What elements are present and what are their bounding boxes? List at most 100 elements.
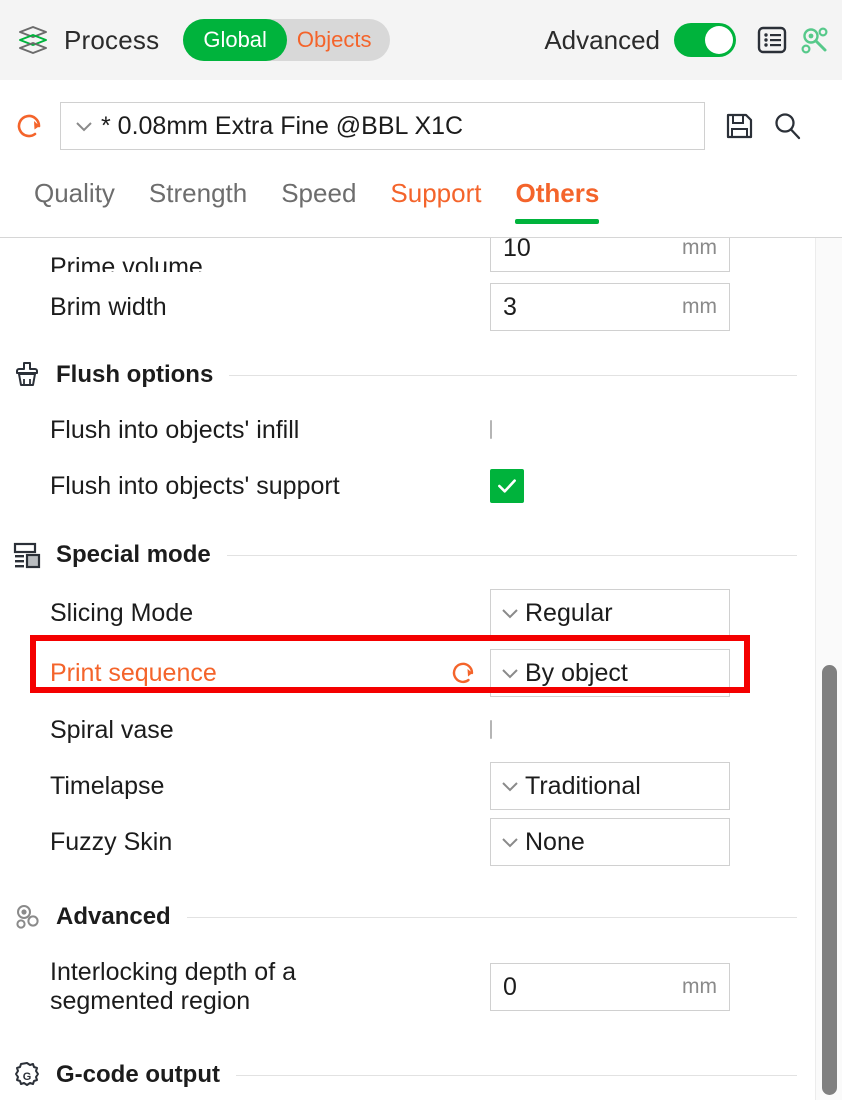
- tab-speed[interactable]: Speed: [281, 172, 356, 232]
- timelapse-value: Traditional: [525, 771, 641, 800]
- scope-global-button[interactable]: Global: [183, 19, 287, 61]
- fuzzy-skin-value: None: [525, 827, 585, 856]
- chevron-down-icon: [499, 831, 521, 853]
- row-print-sequence: Print sequence By object: [0, 644, 815, 702]
- flush-support-label: Flush into objects' support: [50, 471, 340, 500]
- print-sequence-combo[interactable]: By object: [490, 649, 730, 697]
- scrollbar-thumb[interactable]: [822, 665, 837, 1095]
- flush-support-control[interactable]: [490, 469, 524, 503]
- brim-width-label: Brim width: [50, 292, 167, 321]
- scope-objects-button[interactable]: Objects: [287, 27, 390, 53]
- preset-combo[interactable]: * 0.08mm Extra Fine @BBL X1C: [60, 102, 705, 150]
- print-sequence-value: By object: [525, 658, 628, 687]
- prime-volume-field[interactable]: 10 mm: [490, 238, 730, 272]
- row-flush-infill: Flush into objects' infill: [0, 402, 815, 458]
- timelapse-label: Timelapse: [50, 771, 165, 800]
- interlocking-depth-field[interactable]: 0 mm: [490, 963, 730, 1011]
- toggle-knob: [705, 26, 733, 54]
- flush-infill-checkbox[interactable]: [490, 420, 492, 439]
- prime-volume-control[interactable]: 10 mm: [490, 238, 730, 272]
- preset-value: * 0.08mm Extra Fine @BBL X1C: [101, 111, 464, 140]
- spiral-vase-control[interactable]: [490, 720, 492, 739]
- slicing-mode-label: Slicing Mode: [50, 598, 194, 627]
- row-interlocking-depth: Interlocking depth of a segmented region…: [0, 944, 815, 1030]
- group-divider: [186, 916, 797, 918]
- tab-strength[interactable]: Strength: [149, 172, 247, 232]
- group-divider: [229, 374, 797, 376]
- preset-actions: [723, 110, 803, 142]
- group-advanced: Advanced: [0, 890, 815, 944]
- flush-support-checkbox[interactable]: [490, 469, 524, 503]
- settings-scroll-area: Prime volume 10 mm Brim width 3 mm Flush…: [0, 238, 815, 1100]
- row-prime-volume: Prime volume 10 mm: [0, 238, 815, 272]
- advanced-mode-control[interactable]: Advanced: [544, 23, 736, 57]
- flush-infill-label: Flush into objects' infill: [50, 415, 300, 444]
- search-magnifier-icon[interactable]: [771, 110, 803, 142]
- print-sequence-reset-icon[interactable]: [448, 658, 478, 688]
- fuzzy-skin-control[interactable]: None: [490, 818, 730, 866]
- interlocking-depth-label-line2: segmented region: [50, 987, 251, 1015]
- row-flush-support: Flush into objects' support: [0, 458, 815, 514]
- print-sequence-control[interactable]: By object: [490, 649, 730, 697]
- chevron-down-icon: [73, 115, 95, 137]
- layers-stack-icon: [16, 23, 50, 57]
- group-special-mode: Special mode: [0, 528, 815, 582]
- settings-tabs: Quality Strength Speed Support Others: [0, 172, 842, 238]
- prime-volume-value: 10: [503, 238, 531, 262]
- gear-search-icon[interactable]: [798, 24, 830, 56]
- advanced-label: Advanced: [544, 24, 660, 55]
- row-slicing-mode: Slicing Mode Regular: [0, 582, 815, 644]
- group-gcode-output: G G-code output: [0, 1048, 815, 1100]
- tab-others[interactable]: Others: [515, 172, 599, 232]
- row-fuzzy-skin: Fuzzy Skin None: [0, 814, 815, 870]
- group-flush-options: Flush options: [0, 348, 815, 402]
- interlocking-depth-label-line1: Interlocking depth of a: [50, 958, 296, 987]
- gears-icon: [12, 902, 42, 932]
- brim-width-field[interactable]: 3 mm: [490, 283, 730, 331]
- timelapse-control[interactable]: Traditional: [490, 762, 730, 810]
- settings-scrollbar[interactable]: [815, 238, 842, 1100]
- prime-volume-label: Prime volume: [50, 253, 203, 272]
- slicing-mode-value: Regular: [525, 598, 613, 627]
- row-spiral-vase: Spiral vase: [0, 702, 815, 758]
- fuzzy-skin-combo[interactable]: None: [490, 818, 730, 866]
- flush-options-title: Flush options: [56, 361, 214, 388]
- fuzzy-skin-label: Fuzzy Skin: [50, 827, 173, 856]
- gcode-output-title: G-code output: [56, 1061, 220, 1088]
- save-floppy-icon[interactable]: [723, 110, 755, 142]
- print-sequence-label: Print sequence: [50, 658, 217, 687]
- timelapse-combo[interactable]: Traditional: [490, 762, 730, 810]
- process-label: Process: [64, 24, 160, 55]
- reset-arrow-icon[interactable]: [12, 109, 46, 143]
- interlocking-depth-value: 0: [503, 972, 517, 1001]
- row-timelapse: Timelapse Traditional: [0, 758, 815, 814]
- brim-width-value: 3: [503, 292, 517, 321]
- interlocking-depth-unit: mm: [682, 975, 717, 998]
- chevron-down-icon: [499, 775, 521, 797]
- tab-support[interactable]: Support: [390, 172, 481, 232]
- spiral-vase-label: Spiral vase: [50, 715, 174, 744]
- advanced-toggle[interactable]: [674, 23, 736, 57]
- panel-layout-icon: [12, 540, 42, 570]
- top-bar: Process Global Objects Advanced: [0, 0, 842, 80]
- list-view-icon[interactable]: [756, 24, 788, 56]
- interlocking-depth-label: Interlocking depth of a segmented region: [50, 958, 296, 1016]
- svg-text:G: G: [23, 1071, 32, 1083]
- slicing-mode-combo[interactable]: Regular: [490, 589, 730, 637]
- group-divider: [235, 1074, 797, 1076]
- brim-width-unit: mm: [682, 295, 717, 318]
- tab-quality[interactable]: Quality: [34, 172, 115, 232]
- slicing-mode-control[interactable]: Regular: [490, 589, 730, 637]
- chevron-down-icon: [499, 602, 521, 624]
- top-bar-icons: [756, 24, 830, 56]
- flush-infill-control[interactable]: [490, 420, 492, 439]
- group-divider: [226, 554, 797, 556]
- preset-row: * 0.08mm Extra Fine @BBL X1C: [0, 80, 842, 172]
- interlocking-depth-control[interactable]: 0 mm: [490, 963, 730, 1011]
- brim-width-control[interactable]: 3 mm: [490, 283, 730, 331]
- gear-g-icon: G: [12, 1060, 42, 1090]
- scope-segmented-control[interactable]: Global Objects: [183, 19, 390, 61]
- prime-volume-unit: mm: [682, 238, 717, 259]
- special-mode-title: Special mode: [56, 541, 211, 568]
- spiral-vase-checkbox[interactable]: [490, 720, 492, 739]
